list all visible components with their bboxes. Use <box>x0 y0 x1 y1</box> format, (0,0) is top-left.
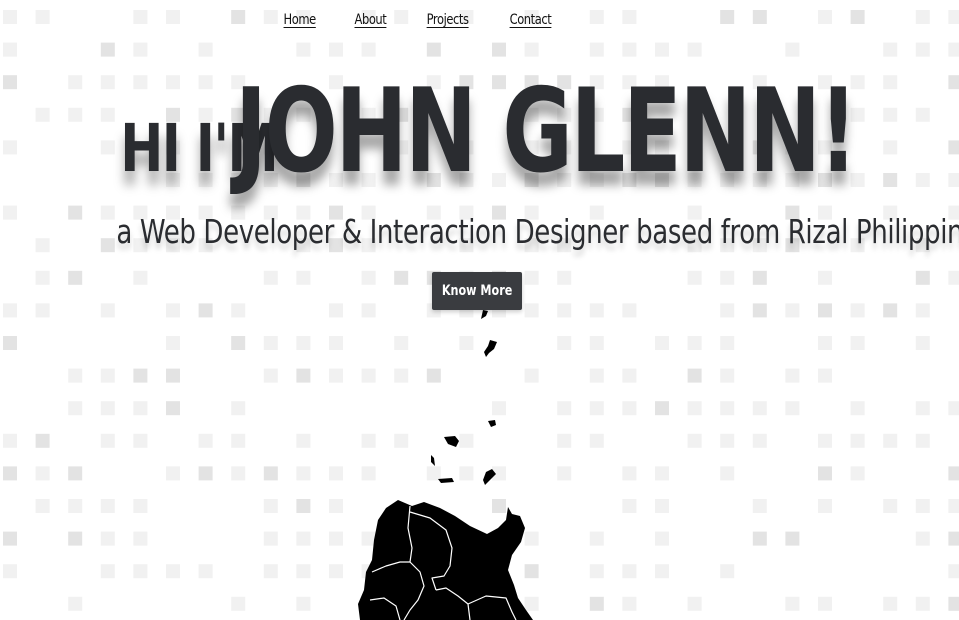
hero-headline: HI I'M JOHN GLENN! <box>0 64 959 199</box>
map-island-c <box>431 455 435 466</box>
nav-link-contact[interactable]: Contact <box>510 12 552 28</box>
know-more-button[interactable]: Know More <box>432 272 522 310</box>
hero-tagline-wrap: a Web Developer & Interaction Designer b… <box>0 212 959 251</box>
map-island-b <box>444 436 459 447</box>
nav-link-about[interactable]: About <box>355 12 387 28</box>
nav-link-home[interactable]: Home <box>283 12 316 28</box>
map-island-d <box>438 478 454 483</box>
map-island-a <box>488 420 496 427</box>
nav-link-projects[interactable]: Projects <box>427 12 469 28</box>
main-nav: Home About Projects Contact <box>0 12 836 28</box>
map-island-babuyan <box>484 340 497 357</box>
map-island-e <box>483 469 496 485</box>
know-more-label: Know More <box>441 283 513 299</box>
map-luzon-mainland <box>358 500 533 620</box>
map-island-batanes <box>481 310 488 319</box>
page: Home About Projects Contact HI I'M JOHN … <box>0 0 959 620</box>
hero-tagline: a Web Developer & Interaction Designer b… <box>116 212 959 251</box>
hero-name: JOHN GLENN! <box>234 64 858 199</box>
